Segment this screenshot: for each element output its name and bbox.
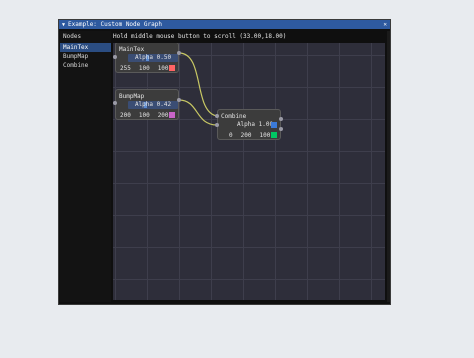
bumpmap-output-slot[interactable] (177, 98, 181, 102)
blue-value[interactable]: 100 (259, 132, 270, 139)
vertical-scrollbar[interactable] (387, 31, 390, 302)
blue-value[interactable]: 200 (158, 112, 169, 119)
nodes-list-panel: Nodes MainTex BumpMap Combine (60, 31, 111, 302)
maintex-input-slot[interactable] (113, 55, 117, 59)
node-list-item-bumpmap[interactable]: BumpMap (60, 52, 111, 61)
link-bumpmap-combine (178, 99, 218, 126)
color-swatch[interactable] (169, 65, 175, 71)
combine-output-slot-1[interactable] (279, 117, 283, 121)
graph-panel: Hold middle mouse button to scroll (33.0… (111, 31, 387, 302)
red-value[interactable]: 255 (120, 65, 131, 72)
combine-output-slot-2[interactable] (279, 127, 283, 131)
window-title: Example: Custom Node Graph (68, 21, 162, 28)
combine-input-slot-1[interactable] (215, 114, 219, 118)
blue-value[interactable]: 100 (158, 65, 169, 72)
graph-canvas[interactable]: MainTex Alpha 0.50 255 100 100 BumpMap A… (113, 43, 385, 300)
node-combine[interactable]: Combine Alpha 1.00 0 200 100 (217, 109, 281, 140)
collapse-triangle-icon[interactable]: ▼ (62, 22, 65, 28)
green-value[interactable]: 100 (139, 112, 150, 119)
alpha-color-swatch[interactable] (271, 122, 277, 128)
alpha-label: Alpha 0.42 (134, 101, 172, 108)
link-maintex-combine (178, 52, 218, 117)
node-bumpmap[interactable]: BumpMap Alpha 0.42 200 100 200 (115, 89, 179, 120)
color-values[interactable]: 200 100 200 (120, 112, 169, 119)
close-icon[interactable]: ✕ (383, 21, 387, 28)
color-swatch[interactable] (169, 112, 175, 118)
alpha-slider[interactable]: Alpha 0.50 (128, 54, 178, 62)
window-titlebar[interactable]: ▼ Example: Custom Node Graph ✕ (59, 20, 390, 29)
node-list-item-maintex[interactable]: MainTex (60, 43, 111, 52)
node-links (178, 52, 218, 126)
color-swatch[interactable] (271, 132, 277, 138)
node-title: BumpMap (119, 93, 145, 100)
alpha-label: Alpha 1.00 (236, 121, 274, 128)
alpha-label: Alpha 0.50 (134, 54, 172, 61)
node-title: MainTex (119, 46, 145, 53)
green-value[interactable]: 200 (241, 132, 252, 139)
green-value[interactable]: 100 (139, 65, 150, 72)
maintex-output-slot[interactable] (177, 51, 181, 55)
alpha-slider[interactable]: Alpha 0.42 (128, 101, 178, 109)
nodes-list-header: Nodes (63, 33, 82, 40)
node-graph-window[interactable]: ▼ Example: Custom Node Graph ✕ Nodes Mai… (58, 19, 391, 305)
color-values[interactable]: 255 100 100 (120, 65, 169, 72)
red-value[interactable]: 0 (229, 132, 233, 139)
node-title: Combine (221, 113, 247, 120)
scroll-hint-text: Hold middle mouse button to scroll (33.0… (113, 33, 287, 40)
bumpmap-input-slot[interactable] (113, 101, 117, 105)
color-values[interactable]: 0 200 100 (229, 132, 270, 139)
red-value[interactable]: 200 (120, 112, 131, 119)
combine-input-slot-2[interactable] (215, 123, 219, 127)
node-list-item-combine[interactable]: Combine (60, 61, 111, 70)
node-maintex[interactable]: MainTex Alpha 0.50 255 100 100 (115, 43, 179, 73)
